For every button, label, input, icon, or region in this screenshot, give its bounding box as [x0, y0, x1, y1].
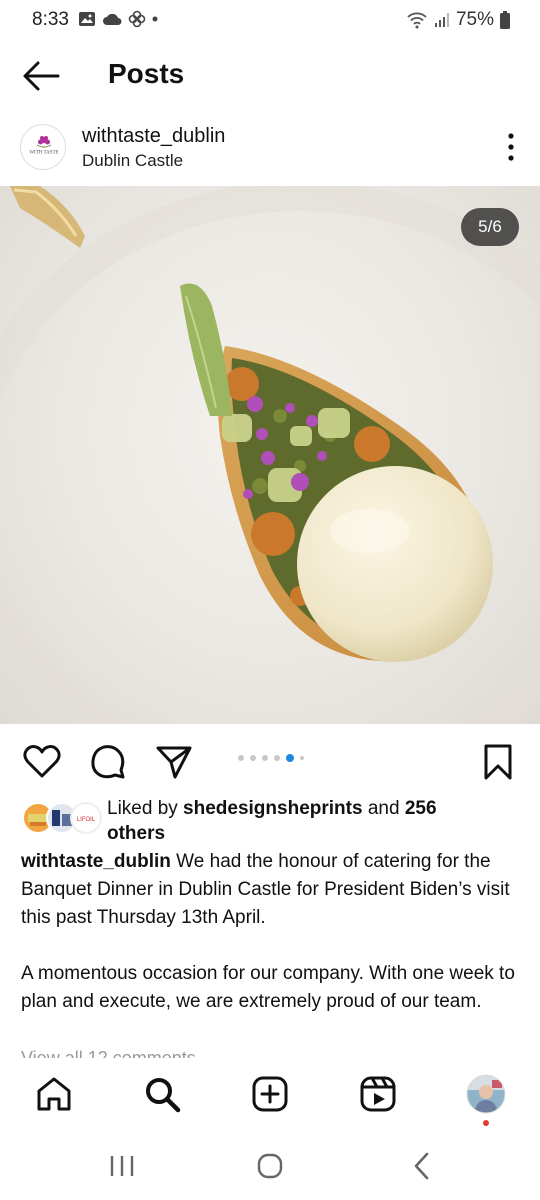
likes-middle: and: [362, 798, 405, 819]
post-header: WITH TASTE withtaste_dublin Dublin Castl…: [0, 118, 540, 184]
status-notification-icons: [78, 10, 158, 28]
carousel-indicator: [238, 754, 304, 762]
carousel-dot: [238, 755, 244, 761]
recent-apps-icon: [110, 1156, 134, 1176]
arrow-left-icon: [23, 61, 60, 91]
home-system-button[interactable]: [254, 1150, 286, 1182]
view-comments-link[interactable]: View all 12 comments: [21, 1048, 196, 1058]
caption-paragraph-1: withtaste_dublin We had the honour of ca…: [21, 848, 521, 932]
withtaste-logo: WITH TASTE: [22, 126, 65, 169]
pinwheel-icon: [128, 10, 146, 28]
back-button[interactable]: [20, 58, 64, 94]
wifi-icon: [407, 12, 427, 29]
liker-avatars[interactable]: LIFOIL: [22, 802, 102, 834]
recent-apps-button[interactable]: [106, 1150, 138, 1182]
dot-icon: [152, 16, 158, 22]
chevron-left-icon: [414, 1152, 429, 1180]
cloud-icon: [103, 13, 122, 25]
carousel-dot: [262, 755, 268, 761]
post-caption: withtaste_dublin We had the honour of ca…: [21, 848, 521, 1044]
image-counter-badge: 5/6: [461, 208, 519, 246]
send-icon: [156, 746, 192, 779]
svg-text:LIFOIL: LIFOIL: [77, 817, 96, 823]
post-location[interactable]: Dublin Castle: [82, 151, 183, 171]
gallery-icon: [79, 12, 95, 26]
back-system-button[interactable]: [406, 1150, 438, 1182]
dessert-photo: [0, 186, 540, 724]
like-button[interactable]: [22, 742, 62, 782]
likes-others[interactable]: others: [107, 823, 165, 844]
nav-search[interactable]: [142, 1074, 182, 1114]
reels-icon: [360, 1076, 396, 1112]
status-time: 8:33: [32, 9, 69, 30]
battery-icon: [500, 11, 510, 29]
comment-button[interactable]: [88, 742, 128, 782]
profile-notification-dot: [483, 1120, 489, 1126]
svg-text:WITH TASTE: WITH TASTE: [29, 151, 58, 156]
profile-avatar: [466, 1074, 506, 1114]
bookmark-icon: [484, 744, 512, 780]
bottom-navigation: [0, 1060, 540, 1132]
liker-username[interactable]: shedesignsheprints: [183, 798, 363, 819]
home-circle-icon: [257, 1153, 283, 1179]
caption-username[interactable]: withtaste_dublin: [21, 851, 171, 872]
comment-icon: [91, 745, 125, 779]
likes-summary[interactable]: Liked by shedesignsheprints and 256 other…: [107, 796, 507, 846]
carousel-dot: [250, 755, 256, 761]
status-bar: 8:33 75%: [0, 0, 540, 40]
heart-icon: [23, 745, 61, 778]
liker-avatar: LIFOIL: [70, 802, 102, 834]
battery-percent: 75%: [455, 9, 494, 30]
plus-square-icon: [252, 1076, 288, 1112]
likes-row: LIFOIL Liked by shedesignsheprints and 2…: [0, 794, 540, 846]
app-header: Posts: [0, 40, 540, 112]
post-author-username[interactable]: withtaste_dublin: [82, 125, 225, 148]
post-image[interactable]: 5/6: [0, 186, 540, 724]
carousel-dot: [274, 755, 280, 761]
page-title: Posts: [108, 58, 185, 89]
search-icon: [146, 1078, 181, 1113]
status-system-icons: 75%: [406, 9, 510, 31]
home-icon: [37, 1077, 71, 1111]
share-button[interactable]: [154, 742, 194, 782]
nav-create[interactable]: [250, 1074, 290, 1114]
likes-count: 256: [404, 798, 437, 819]
system-navigation-bar: [0, 1136, 540, 1200]
caption-paragraph-2: A momentous occasion for our company. Wi…: [21, 963, 515, 1012]
save-button[interactable]: [478, 742, 518, 782]
more-vertical-icon: [508, 133, 514, 161]
post-author-avatar[interactable]: WITH TASTE: [20, 124, 66, 170]
post-action-bar: [0, 736, 540, 786]
carousel-dot: [286, 754, 294, 762]
likes-prefix: Liked by: [107, 798, 184, 819]
nav-home[interactable]: [34, 1074, 74, 1114]
nav-reels[interactable]: [358, 1074, 398, 1114]
signal-icon: [434, 13, 449, 27]
carousel-dot: [300, 756, 304, 760]
nav-profile[interactable]: [466, 1074, 506, 1114]
more-options-button[interactable]: [504, 132, 518, 162]
